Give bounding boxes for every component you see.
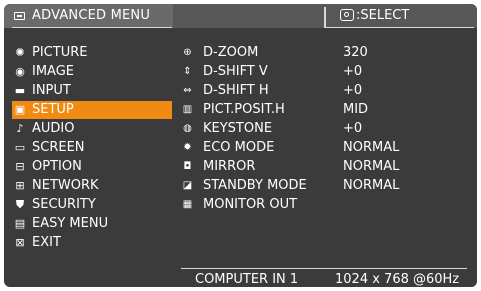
header-underline-right xyxy=(326,27,474,28)
menu-item-audio[interactable]: ♪ AUDIO xyxy=(12,120,172,138)
setup-submenu: ⊕ D-ZOOM 320 ⇕ D-SHIFT V +0 ⇔ D-SHIFT H … xyxy=(173,30,477,287)
menu-item-image[interactable]: ◉ IMAGE xyxy=(12,63,172,81)
setup-icon: ▣ xyxy=(14,103,26,116)
setting-label: STANDBY MODE xyxy=(203,178,307,193)
footer-divider xyxy=(181,268,467,269)
eco-icon: ✹ xyxy=(183,142,192,153)
setting-value: MID xyxy=(343,102,369,117)
setting-value: NORMAL xyxy=(343,159,400,174)
setting-row-d-shift-h[interactable]: ⇔ D-SHIFT H +0 xyxy=(181,82,473,100)
menu-item-network[interactable]: ⊞ NETWORK xyxy=(12,177,172,195)
menu-item-label: SCREEN xyxy=(32,140,85,155)
signal-resolution: 1024 x 768 @60Hz xyxy=(335,272,460,287)
setting-label: D-ZOOM xyxy=(203,45,259,60)
header-divider xyxy=(324,7,326,28)
security-icon: ⛊ xyxy=(15,198,25,211)
shift-h-icon: ⇔ xyxy=(183,85,192,96)
keystone-icon: ◍ xyxy=(183,123,192,134)
input-source: COMPUTER IN 1 xyxy=(195,272,299,287)
menu-item-label: PICTURE xyxy=(32,45,88,60)
easy-menu-icon: ▤ xyxy=(14,217,26,230)
setting-label: MONITOR OUT xyxy=(203,197,298,212)
setting-row-d-zoom[interactable]: ⊕ D-ZOOM 320 xyxy=(181,44,473,62)
setting-label: KEYSTONE xyxy=(203,121,273,136)
setting-label: PICT.POSIT.H xyxy=(203,102,285,117)
select-hint: :SELECT xyxy=(340,8,409,23)
menu-item-security[interactable]: ⛊ SECURITY xyxy=(12,196,172,214)
select-label: :SELECT xyxy=(356,8,410,23)
setting-value: +0 xyxy=(343,83,363,98)
select-button-icon xyxy=(340,9,354,21)
position-icon: ▥ xyxy=(182,104,193,115)
menu-item-label: OPTION xyxy=(32,159,82,174)
setting-row-keystone[interactable]: ◍ KEYSTONE +0 xyxy=(181,120,473,138)
menu-item-picture[interactable]: ✺ PICTURE xyxy=(12,44,172,62)
menu-header: ADVANCED MENU :SELECT xyxy=(4,4,477,28)
exit-icon: ⊠ xyxy=(15,236,25,249)
menu-item-label: AUDIO xyxy=(32,121,75,136)
setting-row-eco-mode[interactable]: ✹ ECO MODE NORMAL xyxy=(181,139,473,157)
monitor-out-icon: ▦ xyxy=(182,199,193,210)
setting-label: D-SHIFT H xyxy=(203,83,269,98)
setting-row-pict-posit-h[interactable]: ▥ PICT.POSIT.H MID xyxy=(181,101,473,119)
menu-item-label: IMAGE xyxy=(32,64,75,79)
category-menu: ✺ PICTURE ◉ IMAGE ▬ INPUT ▣ SETUP ♪ AUDI… xyxy=(4,30,186,287)
menu-icon xyxy=(14,12,25,20)
header-underline xyxy=(12,27,172,28)
menu-item-exit[interactable]: ⊠ EXIT xyxy=(12,234,172,252)
setting-label: ECO MODE xyxy=(203,140,275,155)
menu-item-label: SETUP xyxy=(32,102,74,117)
advanced-menu-panel: ADVANCED MENU :SELECT ✺ PICTURE ◉ IMAGE … xyxy=(4,4,477,287)
menu-item-option[interactable]: ⊟ OPTION xyxy=(12,158,172,176)
option-icon: ⊟ xyxy=(15,160,25,173)
menu-item-input[interactable]: ▬ INPUT xyxy=(12,82,172,100)
image-icon: ◉ xyxy=(15,65,25,78)
standby-icon: ◪ xyxy=(182,180,193,191)
audio-icon: ♪ xyxy=(16,122,24,135)
mirror-icon: ◘ xyxy=(183,161,192,172)
setting-label: D-SHIFT V xyxy=(203,64,268,79)
projector-osd: ADVANCED MENU :SELECT ✺ PICTURE ◉ IMAGE … xyxy=(0,0,481,291)
menu-title: ADVANCED MENU xyxy=(32,8,151,23)
menu-item-label: NETWORK xyxy=(32,178,99,193)
setting-value: 320 xyxy=(343,45,368,60)
menu-item-label: EASY MENU xyxy=(32,216,109,231)
setting-value: +0 xyxy=(343,64,363,79)
setting-row-standby-mode[interactable]: ◪ STANDBY MODE NORMAL xyxy=(181,177,473,195)
menu-item-label: SECURITY xyxy=(32,197,96,212)
input-icon: ▬ xyxy=(14,84,26,97)
menu-item-label: EXIT xyxy=(32,235,61,250)
shift-v-icon: ⇕ xyxy=(183,66,192,77)
zoom-icon: ⊕ xyxy=(183,47,192,58)
menu-item-screen[interactable]: ▭ SCREEN xyxy=(12,139,172,157)
setting-row-mirror[interactable]: ◘ MIRROR NORMAL xyxy=(181,158,473,176)
setting-row-monitor-out[interactable]: ▦ MONITOR OUT xyxy=(181,196,473,214)
setting-value: +0 xyxy=(343,121,363,136)
setting-value: NORMAL xyxy=(343,140,400,155)
screen-icon: ▭ xyxy=(14,141,26,154)
network-icon: ⊞ xyxy=(15,179,25,192)
menu-item-setup[interactable]: ▣ SETUP xyxy=(12,101,186,119)
menu-item-easy-menu[interactable]: ▤ EASY MENU xyxy=(12,215,172,233)
setting-row-d-shift-v[interactable]: ⇕ D-SHIFT V +0 xyxy=(181,63,473,81)
setting-label: MIRROR xyxy=(203,159,256,174)
setting-value: NORMAL xyxy=(343,178,400,193)
picture-icon: ✺ xyxy=(15,46,25,59)
menu-item-label: INPUT xyxy=(32,83,71,98)
